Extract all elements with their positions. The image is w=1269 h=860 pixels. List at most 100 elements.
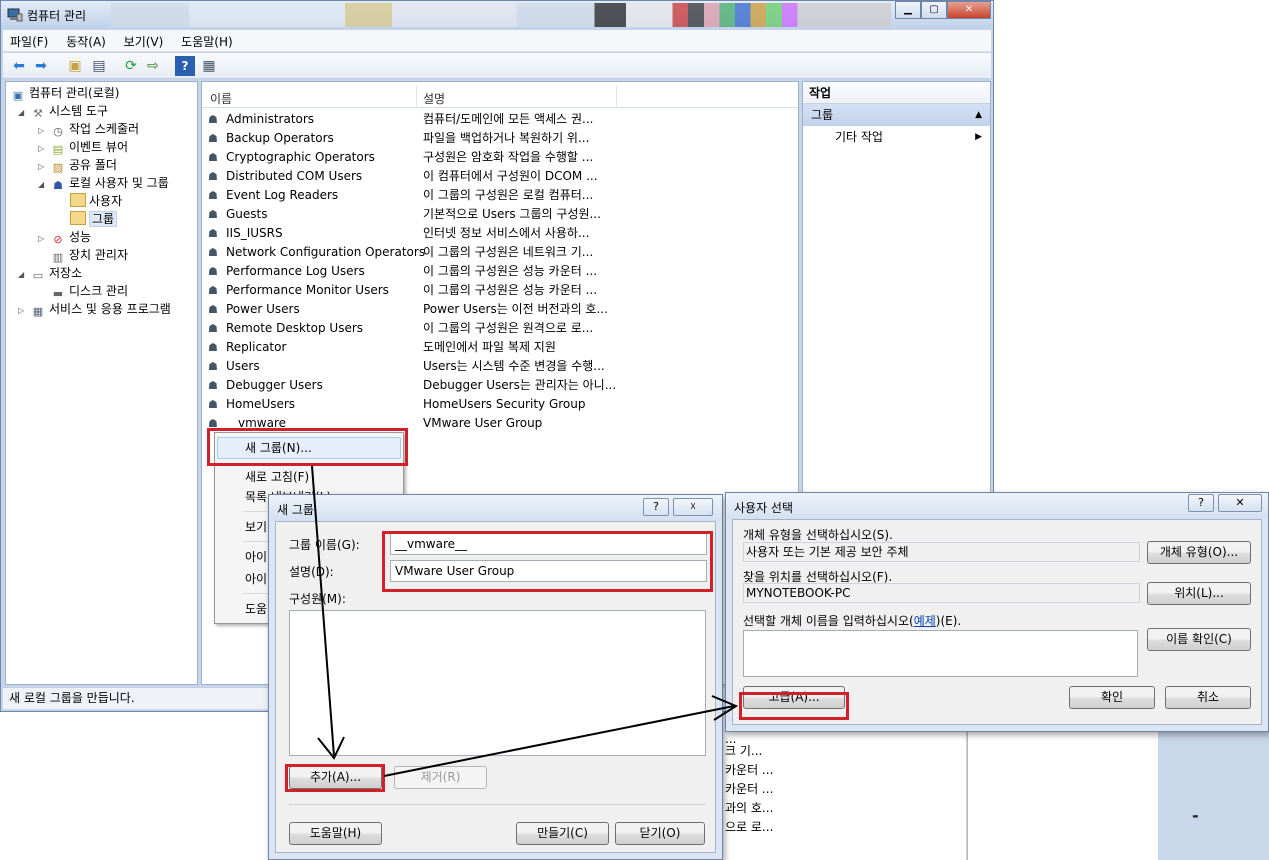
group-icon: ☗ [208,246,218,259]
tree-item-local-users-groups[interactable]: ◢ ☗ 로컬 사용자 및 그룹 [38,174,169,192]
collapse-icon[interactable]: ◢ [38,176,50,194]
tree-item-users[interactable]: 사용자 [70,192,122,210]
new-group-dialog-title-bar[interactable]: 새 그룹 ? ☓ [269,495,722,521]
context-item-help[interactable]: 도움 [245,599,267,619]
help-icon[interactable]: ? [175,56,195,76]
forward-icon[interactable]: ➡ [31,56,51,76]
context-item-new-group[interactable]: 새 그룹(N)... [245,438,312,458]
list-item[interactable]: ☗ __vmware__ VMware User Group [206,414,796,433]
expand-icon[interactable]: ▷ [18,302,30,320]
help-button[interactable]: 도움말(H) [289,822,382,845]
menu-help[interactable]: 도움말(H) [174,30,240,53]
close-icon[interactable]: ✕ [1218,494,1262,512]
export-icon[interactable]: ⇨ [143,56,163,76]
group-description: 컴퓨터/도메인에 모든 액세스 권... [423,112,594,126]
list-item[interactable]: ☗ Backup Operators 파일을 백업하거나 복원하기 위... [206,129,796,148]
tree-item-system-tools[interactable]: ◢ ⚒ 시스템 도구 [18,102,108,120]
menu-view[interactable]: 보기(V) [117,30,171,53]
show-hide-tree-icon[interactable]: ▤ [89,56,109,76]
list-item[interactable]: ☗ Debugger Users Debugger Users는 관리자는 아니..… [206,376,796,395]
tree-item-computer-management[interactable]: ▣ 컴퓨터 관리(로컬) [10,84,120,102]
select-users-dialog-title-bar[interactable]: 사용자 선택 ? ✕ [726,493,1268,519]
list-item[interactable]: ☗ Performance Log Users 이 그룹의 구성원은 성능 카운터 … [206,262,796,281]
column-header-description[interactable]: 설명 [423,90,445,107]
maximize-button[interactable]: ▢ [921,1,947,19]
menu-file[interactable]: 파일(F) [3,30,55,53]
close-dialog-button[interactable]: 닫기(O) [615,822,705,845]
tree-item-task-scheduler[interactable]: ▷ ◷ 작업 스케줄러 [38,120,139,138]
context-item-refresh[interactable]: 새로 고침(F) [245,467,309,487]
group-icon: ☗ [208,284,218,297]
close-icon[interactable]: ☓ [673,498,713,516]
tree-item-groups[interactable]: 그룹 [70,210,118,228]
add-member-button[interactable]: 추가(A)... [289,766,382,789]
list-item[interactable]: ☗ IIS_IUSRS 인터넷 정보 서비스에서 사용하... [206,224,796,243]
list-item[interactable]: ☗ HomeUsers HomeUsers Security Group [206,395,796,414]
object-names-input[interactable] [743,630,1138,677]
properties-icon[interactable]: ▦ [199,56,219,76]
group-icon: ☗ [208,189,218,202]
advanced-button[interactable]: 고급(A)... [743,686,845,709]
list-item[interactable]: ☗ Power Users Power Users는 이전 버전과의 호... [206,300,796,319]
computer-management-icon [7,8,23,22]
tree-item-device-manager[interactable]: ▥ 장치 관리자 [50,246,128,264]
context-item-line-up-icons[interactable]: 아이 [245,569,267,589]
group-name: Performance Log Users [226,264,365,278]
create-button[interactable]: 만들기(C) [516,822,609,845]
ok-button[interactable]: 확인 [1069,686,1155,709]
list-item[interactable]: ☗ Users Users는 시스템 수준 변경을 수행... [206,357,796,376]
collapse-icon[interactable]: ◢ [18,266,30,284]
tree-item-event-viewer[interactable]: ▷ ▤ 이벤트 뷰어 [38,138,128,156]
tree-item-performance[interactable]: ▷ ⊘ 성능 [38,228,91,246]
group-name: Network Configuration Operators [226,245,426,259]
help-icon[interactable]: ? [643,498,669,516]
group-name: Performance Monitor Users [226,283,389,297]
close-button[interactable]: ✕ [947,1,991,19]
collapse-icon[interactable]: ◢ [18,104,30,122]
back-icon[interactable]: ⬅ [9,56,29,76]
context-item-view[interactable]: 보기 [245,517,267,537]
cancel-button[interactable]: 취소 [1165,686,1251,709]
group-name: Remote Desktop Users [226,321,364,335]
description-field[interactable]: VMware User Group [390,560,707,582]
list-item[interactable]: ☗ Performance Monitor Users 이 그룹의 구성원은 성능 … [206,281,796,300]
tree-item-shared-folders[interactable]: ▷ ▨ 공유 폴더 [38,156,117,174]
expand-icon[interactable]: ▷ [38,230,50,248]
collapse-up-icon[interactable]: ▲ [975,104,982,126]
group-name-field[interactable]: __vmware__ [390,533,707,555]
tree-item-services-applications[interactable]: ▷ ▦ 서비스 및 응용 프로그램 [18,300,171,318]
list-item[interactable]: ☗ Administrators 컴퓨터/도메인에 모든 액세스 권... [206,110,796,129]
locations-button[interactable]: 위치(L)... [1147,582,1251,605]
group-name: HomeUsers [226,397,296,411]
actions-section-groups[interactable]: 그룹 ▲ [803,104,990,126]
object-type-value: 사용자 또는 기본 제공 보안 주체 [743,542,1140,562]
object-types-button[interactable]: 개체 유형(O)... [1147,541,1251,564]
title-bar[interactable]: 컴퓨터 관리 ▁ ▢ ✕ [1,1,993,29]
group-description: HomeUsers Security Group [423,397,586,411]
tree-item-storage[interactable]: ◢ ▭ 저장소 [18,264,82,282]
list-item[interactable]: ☗ Network Configuration Operators 이 그룹의 구성… [206,243,796,262]
tree-item-disk-management[interactable]: ▬ 디스크 관리 [50,282,128,300]
help-icon[interactable]: ? [1188,494,1214,512]
context-item-arrange-icons[interactable]: 아이 [245,547,267,567]
list-item[interactable]: ☗ Event Log Readers 이 그룹의 구성원은 로컬 컴퓨터... [206,186,796,205]
column-header-name[interactable]: 이름 [210,90,232,107]
remove-member-button[interactable]: 제거(R) [394,766,487,789]
members-list[interactable] [289,610,706,756]
list-item[interactable]: ☗ Cryptographic Operators 구성원은 암호화 작업을 수행할… [206,148,796,167]
list-item[interactable]: ☗ Guests 기본적으로 Users 그룹의 구성원... [206,205,796,224]
object-type-label: 개체 유형을 선택하십시오(S). [743,528,893,542]
more-actions-item[interactable]: 기타 작업 ▶ [803,126,990,148]
refresh-icon[interactable]: ⟳ [121,56,141,76]
menu-action[interactable]: 동작(A) [59,30,113,53]
examples-link[interactable]: 예제 [914,614,936,628]
list-item[interactable]: ☗ Distributed COM Users 이 컴퓨터에서 구성원이 DCOM … [206,167,796,186]
new-group-dialog: 새 그룹 ? ☓ 그룹 이름(G): __vmware__ 설명(D): VMw… [268,494,723,860]
list-item[interactable]: ☗ Replicator 도메인에서 파일 복제 지원 [206,338,796,357]
select-users-dialog-body: 개체 유형을 선택하십시오(S). 사용자 또는 기본 제공 보안 주체 개체 … [732,519,1262,725]
up-folder-icon[interactable]: ▣ [65,56,85,76]
minimize-button[interactable]: ▁ [895,1,921,19]
group-name: Administrators [226,112,315,126]
check-names-button[interactable]: 이름 확인(C) [1147,628,1251,651]
list-item[interactable]: ☗ Remote Desktop Users 이 그룹의 구성원은 원격으로 로..… [206,319,796,338]
